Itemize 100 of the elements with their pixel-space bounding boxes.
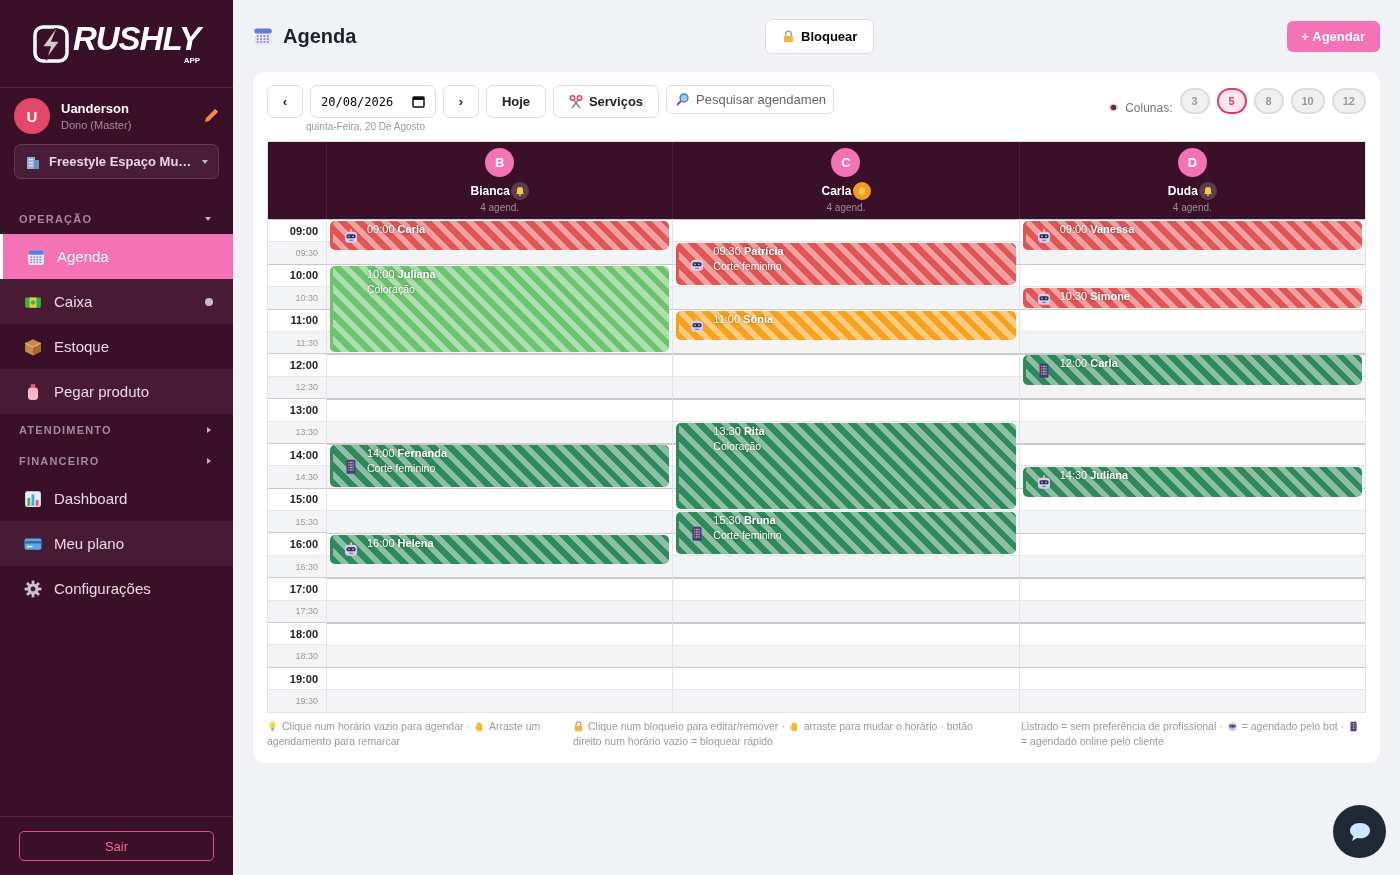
date-caption: quinta-Feira, 20 De Agosto [306, 121, 426, 132]
nav-item[interactable]: Caixa [0, 279, 233, 324]
section-header[interactable]: FINANCEIRO [0, 445, 233, 476]
chat-bubble-icon [1347, 820, 1372, 843]
time-label: 14:30 [268, 465, 326, 488]
today-button[interactable]: Hoje [486, 85, 546, 118]
robot-icon [1035, 474, 1052, 491]
lightning-logo-icon [32, 24, 69, 63]
section-header[interactable]: OPERAÇÃO [0, 203, 233, 234]
hint-text: Clique num bloqueio para editar/remover · [588, 718, 785, 734]
hint-text: direito num horário vazio = bloquear rápido [573, 733, 773, 749]
columns-label: Colunas: [1125, 100, 1173, 115]
columns-option[interactable]: 12 [1331, 88, 1366, 114]
scissors-icon [568, 94, 583, 109]
columns-option[interactable]: 5 [1216, 88, 1247, 114]
appointment-count: 4 agend. [826, 202, 866, 213]
hint-text: Listrado = sem preferência de profissional · [1021, 718, 1223, 734]
hint-text: Clique num horário vazio para agendar · [282, 718, 470, 734]
columns-option[interactable]: 3 [1179, 88, 1210, 114]
lock-icon [573, 720, 584, 732]
time-label: 09:30 [268, 241, 326, 264]
appointment-block[interactable]: 14:00 Fernanda Corte feminino [330, 445, 670, 487]
next-day-button[interactable]: › [443, 85, 479, 118]
chat-button[interactable] [1333, 805, 1386, 858]
user-avatar: U [14, 98, 50, 134]
hint-text: arraste para mudar o horário · botão [803, 718, 973, 734]
professional-avatar: D [1177, 148, 1207, 177]
robot-icon [1226, 720, 1238, 732]
bell-icon[interactable] [852, 182, 871, 200]
robot-icon [1035, 290, 1052, 307]
time-label: 15:30 [268, 510, 326, 533]
appointment-count: 4 agend. [1172, 202, 1212, 213]
calendar-icon [412, 95, 425, 108]
time-label: 18:30 [268, 644, 326, 667]
package-icon [24, 337, 42, 356]
service-label: Coloração [367, 282, 416, 295]
block-button[interactable]: Bloquear [765, 18, 875, 54]
logout-button[interactable]: Sair [19, 831, 214, 861]
page-title: Agenda [283, 24, 357, 48]
settings-icon [24, 579, 42, 598]
professional-name: Duda [1167, 184, 1198, 198]
bell-icon[interactable] [1198, 182, 1217, 200]
service-label: Corte feminino [713, 529, 783, 542]
time-label: 17:30 [268, 599, 326, 623]
bar-chart-icon [24, 489, 42, 508]
time-label: 12:30 [268, 375, 326, 399]
nav-item[interactable]: Meu plano [0, 521, 233, 566]
logo-text: RUSHLY [72, 22, 201, 56]
service-label: Coloração [713, 439, 763, 452]
store-selector[interactable]: Freestyle Espaço Mu… [14, 144, 219, 179]
light-bulb-icon [267, 720, 278, 732]
robot-icon [343, 542, 359, 559]
time-label: 11:30 [268, 330, 326, 354]
hand-icon [473, 720, 485, 732]
appointment-block[interactable]: 13:30 Rita Coloração [676, 422, 1016, 510]
appointment-block[interactable]: 15:30 Bruna Corte feminino [676, 512, 1016, 554]
user-name: Uanderson [61, 101, 130, 116]
hand-icon [788, 720, 800, 732]
eye-icon [1108, 103, 1120, 112]
new-appointment-button[interactable]: + Agendar [1286, 20, 1380, 52]
logo-subtitle: APP [183, 56, 201, 65]
appointment-block[interactable]: 14:30 Juliana [1022, 467, 1362, 497]
service-label: Corte feminino [713, 260, 783, 273]
hint-text: agendamento para remarcar [267, 733, 401, 749]
time-label: 19:30 [268, 689, 326, 712]
appointment-block[interactable]: 09:00 Vanessa [1022, 221, 1362, 251]
date-field[interactable]: 20/08/2026 [310, 85, 436, 118]
calendar-icon [27, 247, 45, 266]
services-button[interactable]: Serviços [553, 85, 659, 118]
time-label: 10:30 [268, 286, 326, 309]
columns-option[interactable]: 10 [1290, 88, 1325, 114]
appointment-count: 4 agend. [480, 202, 520, 213]
columns-option[interactable]: 8 [1253, 88, 1284, 114]
robot-icon [689, 257, 706, 274]
professional-name: Bianca [470, 184, 510, 198]
section-header[interactable]: ATENDIMENTO [0, 414, 233, 445]
search-icon [676, 93, 689, 106]
appointment-block[interactable]: 09:30 Patrícia Corte feminino [676, 243, 1016, 286]
phone-icon [1348, 720, 1360, 732]
hint-text: Arraste um [488, 718, 541, 734]
appointment-block[interactable]: 12:00 Carla [1022, 355, 1362, 385]
appointment-block[interactable]: 09:00 Carla [330, 221, 670, 251]
hint-text: = agendado pelo bot · [1241, 718, 1345, 734]
nav-item[interactable]: Agenda [0, 234, 233, 279]
nav-item[interactable]: Pegar produto [0, 369, 233, 414]
user-role: Dono (Master) [61, 119, 133, 131]
calendar-icon [253, 26, 273, 46]
caret-icon [202, 159, 208, 164]
service-label: Corte feminino [367, 462, 437, 474]
previous-day-button[interactable]: ‹ [267, 85, 303, 118]
search-field[interactable]: Pesquisar agendamen [666, 85, 834, 114]
professional-avatar: C [831, 148, 861, 177]
lock-icon [782, 29, 795, 43]
robot-icon [689, 318, 706, 335]
time-label: 13:30 [268, 420, 326, 443]
robot-icon [1035, 228, 1052, 245]
hint-text: = agendado online pelo cliente [1021, 733, 1164, 749]
time-label: 16:30 [268, 554, 326, 578]
bell-icon[interactable] [510, 182, 529, 200]
pencil-icon[interactable] [203, 108, 219, 124]
